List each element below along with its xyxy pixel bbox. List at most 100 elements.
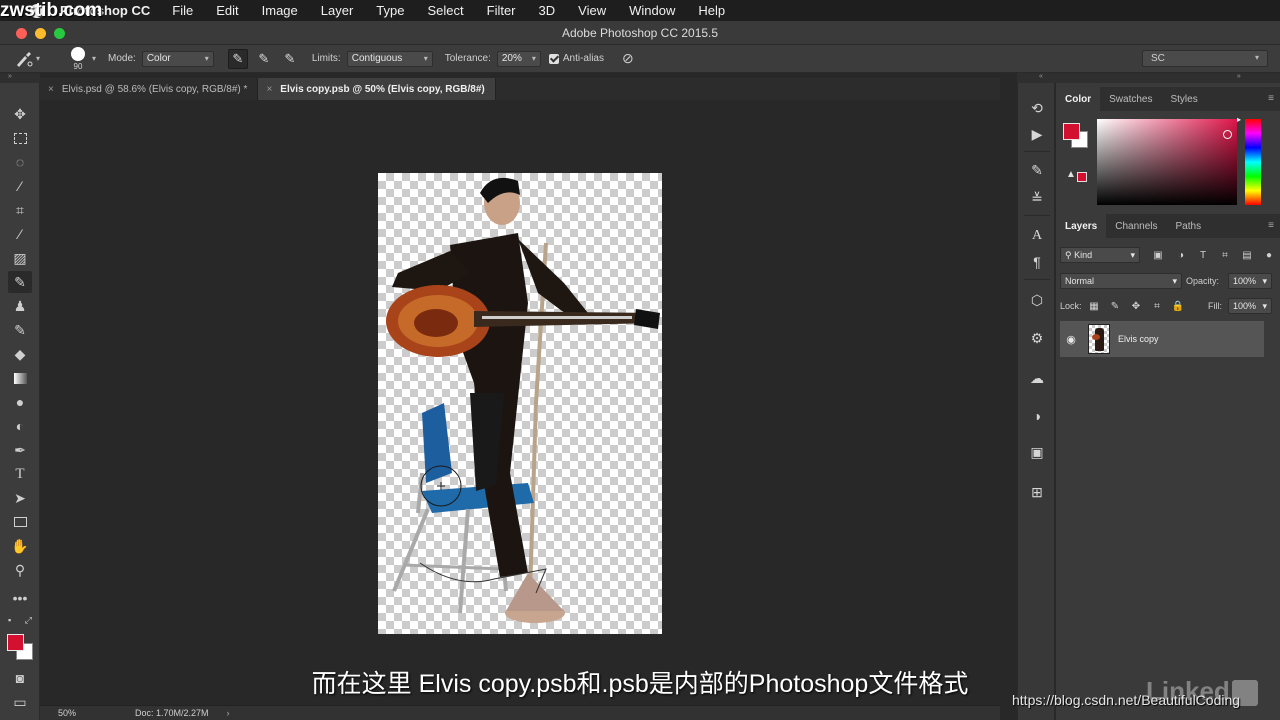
gradient-tool[interactable] — [8, 367, 32, 389]
opacity-input[interactable]: 100% ▾ — [1228, 273, 1272, 289]
close-icon[interactable]: × — [266, 84, 272, 95]
color-field[interactable] — [1097, 119, 1237, 205]
move-tool[interactable]: ✥ — [8, 103, 32, 125]
chevron-right-icon[interactable]: › — [227, 708, 230, 718]
blur-tool[interactable]: ● — [8, 391, 32, 413]
tool-preset-picker[interactable]: ▾ — [14, 48, 52, 70]
limits-select[interactable]: Contiguous ▾ — [346, 50, 433, 67]
pressure-size-icon[interactable]: ⊘ — [622, 50, 634, 67]
history-panel-button[interactable]: ⟲ — [1025, 97, 1049, 119]
layer-thumbnail[interactable] — [1088, 324, 1110, 354]
foreground-color-swatch[interactable] — [7, 634, 24, 651]
eraser-tool[interactable]: ◆ — [8, 343, 32, 365]
mode-select[interactable]: Color ▾ — [141, 50, 214, 67]
fill-input[interactable]: 100% ▾ — [1228, 298, 1272, 314]
antialias-checkbox[interactable] — [548, 53, 559, 64]
shape-filter-icon[interactable]: ⌗ — [1218, 248, 1232, 262]
tab-layers[interactable]: Layers — [1056, 214, 1107, 238]
layer-kind-filter[interactable]: ⚲ Kind ▾ — [1060, 247, 1140, 263]
timeline-panel-button[interactable]: ⊞ — [1025, 481, 1049, 503]
paragraph-panel-button[interactable]: ¶ — [1025, 251, 1049, 273]
layer-row[interactable]: ◉ Elvis copy — [1060, 321, 1264, 357]
zoom-level[interactable]: 50% — [58, 708, 118, 718]
tab-swatches[interactable]: Swatches — [1100, 87, 1161, 111]
hue-slider[interactable] — [1245, 119, 1261, 205]
layer-name[interactable]: Elvis copy — [1118, 334, 1159, 344]
lock-transparency-icon[interactable]: ▦ — [1088, 300, 1100, 312]
toolbar-collapse-handle[interactable]: » — [0, 73, 40, 83]
tab-color[interactable]: Color — [1056, 87, 1101, 111]
sampling-continuous-button[interactable]: ✎ — [227, 48, 248, 69]
tab-elvis-copy-psb[interactable]: × Elvis copy.psb @ 50% (Elvis copy, RGB/… — [258, 78, 496, 100]
libraries-panel-button[interactable]: ☁ — [1025, 367, 1049, 389]
marquee-tool[interactable] — [8, 127, 32, 149]
close-icon[interactable]: × — [48, 84, 54, 95]
swap-colors-button[interactable]: ▪ ⤢ — [8, 613, 32, 627]
character-panel-button[interactable]: A — [1025, 225, 1049, 247]
tab-elvis-psd[interactable]: × Elvis.psd @ 58.6% (Elvis copy, RGB/8#)… — [40, 78, 259, 100]
panel-menu-icon[interactable]: ≡ — [1268, 220, 1274, 231]
menu-edit[interactable]: Edit — [216, 3, 238, 18]
menu-window[interactable]: Window — [629, 3, 675, 18]
tab-channels[interactable]: Channels — [1106, 214, 1166, 238]
adjustments-panel-button[interactable]: ≚ — [1025, 187, 1049, 209]
eye-icon[interactable]: ◉ — [1062, 333, 1080, 346]
history-brush-tool[interactable]: ✎ — [8, 319, 32, 341]
pixel-filter-icon[interactable]: ▣ — [1151, 248, 1165, 262]
sampling-once-button[interactable]: ✎ — [254, 49, 274, 69]
clone-stamp-tool[interactable]: ♟ — [8, 295, 32, 317]
type-tool[interactable]: T — [8, 463, 32, 485]
panel-menu-icon[interactable]: ≡ — [1268, 93, 1274, 104]
color-replacement-tool[interactable]: ✎ — [8, 271, 32, 293]
lasso-tool[interactable]: ◌ — [8, 151, 32, 173]
tolerance-input[interactable]: 20% ▾ — [496, 50, 541, 67]
blend-mode-select[interactable]: Normal ▾ — [1060, 273, 1182, 289]
path-selection-tool[interactable]: ➤ — [8, 487, 32, 509]
dodge-tool[interactable]: ◐ — [8, 415, 32, 437]
3d-panel-button[interactable]: ⬡ — [1025, 289, 1049, 311]
menu-layer[interactable]: Layer — [321, 3, 354, 18]
menu-type[interactable]: Type — [376, 3, 404, 18]
zoom-tool[interactable]: ⚲ — [8, 559, 32, 581]
edit-toolbar-button[interactable]: ••• — [8, 587, 32, 609]
properties-panel-button[interactable]: ⚙ — [1025, 327, 1049, 349]
brush-panel-button[interactable]: ✎ — [1025, 159, 1049, 181]
crop-tool[interactable]: ⌗ — [8, 199, 32, 221]
sampling-background-swatch-button[interactable]: ✎ — [280, 49, 300, 69]
menu-view[interactable]: View — [578, 3, 606, 18]
tab-styles[interactable]: Styles — [1161, 87, 1206, 111]
adjustment-filter-icon[interactable]: ◑ — [1174, 248, 1188, 262]
lock-pixels-icon[interactable]: ✎ — [1109, 300, 1121, 312]
healing-brush-tool[interactable]: ▨ — [8, 247, 32, 269]
workspace-switcher[interactable]: SC ▾ — [1142, 50, 1268, 67]
menu-filter[interactable]: Filter — [487, 3, 516, 18]
pen-tool[interactable]: ✒ — [8, 439, 32, 461]
canvas-area[interactable] — [40, 100, 1000, 705]
lock-artboard-icon[interactable]: ⌗ — [1151, 300, 1163, 312]
menu-select[interactable]: Select — [427, 3, 463, 18]
smart-object-filter-icon[interactable]: ▤ — [1240, 248, 1254, 262]
panel-foreground-swatch[interactable] — [1063, 123, 1080, 140]
menu-3d[interactable]: 3D — [539, 3, 556, 18]
panels-collapse-handle[interactable]: «» — [1017, 73, 1280, 83]
document-canvas[interactable] — [378, 173, 662, 634]
device-preview-button[interactable]: ▣ — [1025, 441, 1049, 463]
color-picker-ring[interactable] — [1223, 130, 1232, 139]
chevron-down-icon[interactable]: ▾ — [92, 54, 96, 63]
in-gamut-swatch[interactable] — [1077, 172, 1087, 182]
menu-file[interactable]: File — [172, 3, 193, 18]
lock-position-icon[interactable]: ✥ — [1130, 300, 1142, 312]
rectangle-tool[interactable] — [8, 511, 32, 533]
lock-all-icon[interactable]: 🔒 — [1172, 300, 1184, 312]
hue-marker-icon[interactable]: ▸ — [1237, 115, 1241, 124]
menu-help[interactable]: Help — [698, 3, 725, 18]
type-filter-icon[interactable]: T — [1196, 248, 1210, 262]
eyedropper-tool[interactable]: ⁄ — [8, 223, 32, 245]
filter-toggle-icon[interactable]: ● — [1262, 248, 1276, 262]
brush-size-picker[interactable]: 90 — [66, 46, 90, 72]
tab-paths[interactable]: Paths — [1167, 214, 1211, 238]
hand-tool[interactable]: ✋ — [8, 535, 32, 557]
menu-image[interactable]: Image — [262, 3, 298, 18]
quick-selection-tool[interactable]: ⁄ — [8, 175, 32, 197]
actions-panel-button[interactable]: ▶ — [1025, 123, 1049, 145]
